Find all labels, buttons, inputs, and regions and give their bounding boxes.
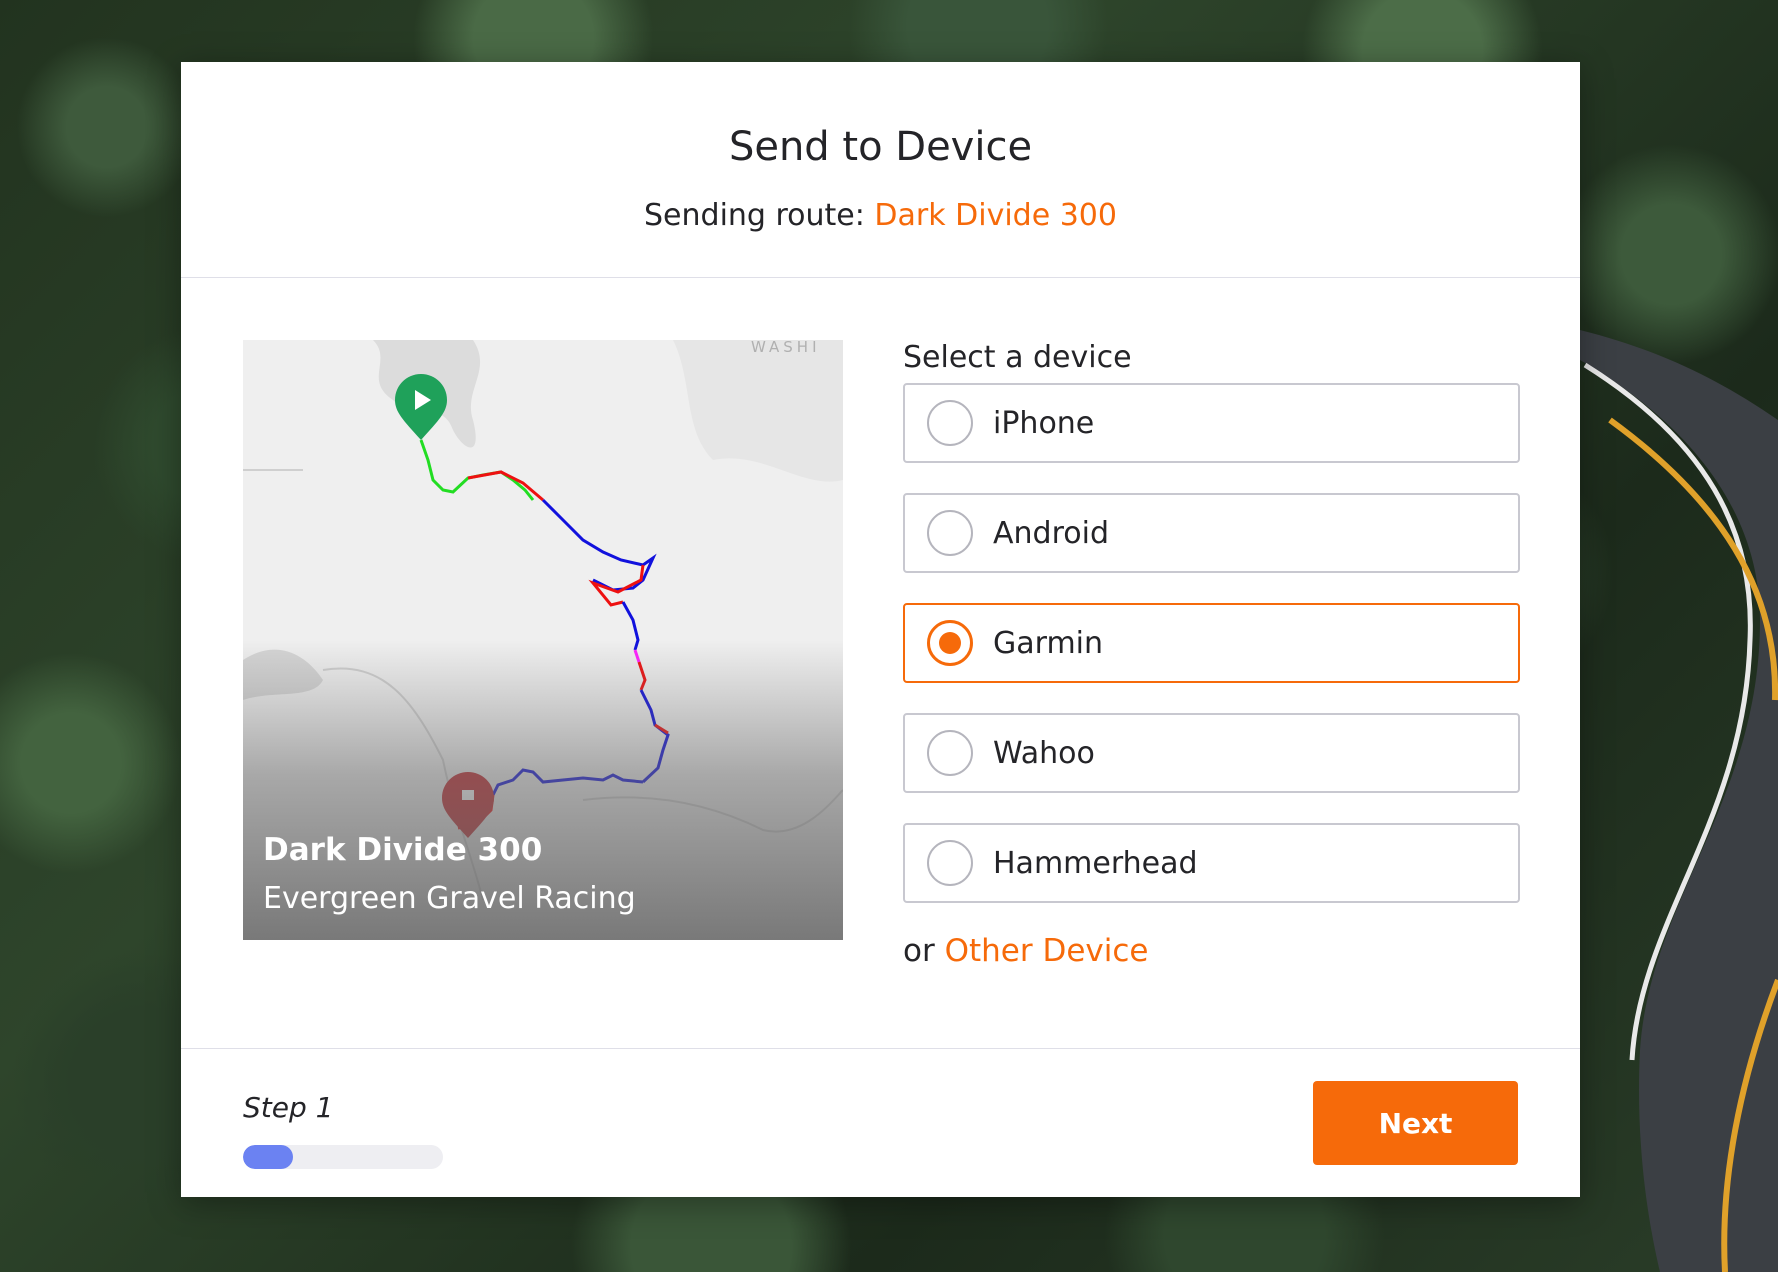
step-progress-fill — [243, 1145, 293, 1169]
next-button[interactable]: Next — [1313, 1081, 1518, 1165]
map-route-title: Dark Divide 300 — [263, 832, 543, 868]
map-route-club: Evergreen Gravel Racing — [263, 881, 636, 916]
other-device-prefix: or — [903, 933, 945, 969]
device-option-label: Garmin — [993, 625, 1104, 661]
device-option-wahoo[interactable]: Wahoo — [903, 713, 1520, 793]
route-name-link[interactable]: Dark Divide 300 — [874, 198, 1117, 233]
modal-body: WASHI Dark Divide 300 Evergreen Gravel R… — [181, 278, 1580, 1049]
select-device-heading: Select a device — [903, 340, 1132, 375]
map-region-label: WASHI — [751, 340, 821, 356]
device-option-list: iPhone Android Garmin Wahoo Hammerhead — [903, 383, 1520, 903]
send-to-device-modal: Send to Device Sending route: Dark Divid… — [181, 62, 1580, 1197]
device-option-label: Hammerhead — [993, 845, 1198, 881]
device-option-iphone[interactable]: iPhone — [903, 383, 1520, 463]
other-device-link[interactable]: Other Device — [945, 933, 1149, 969]
device-selection: Select a device iPhone Android Garmin Wa… — [903, 340, 1520, 969]
step-label: Step 1 — [243, 1091, 334, 1124]
modal-footer: Step 1 Next — [181, 1049, 1580, 1197]
device-option-garmin[interactable]: Garmin — [903, 603, 1520, 683]
device-option-label: Android — [993, 515, 1109, 551]
device-option-hammerhead[interactable]: Hammerhead — [903, 823, 1520, 903]
sending-route-line: Sending route: Dark Divide 300 — [181, 198, 1580, 233]
radio-button[interactable] — [927, 730, 973, 776]
radio-button[interactable] — [927, 400, 973, 446]
device-option-label: iPhone — [993, 405, 1095, 441]
other-device-line: or Other Device — [903, 933, 1520, 969]
radio-button[interactable] — [927, 510, 973, 556]
radio-button[interactable] — [927, 840, 973, 886]
modal-header: Send to Device Sending route: Dark Divid… — [181, 62, 1580, 278]
device-option-label: Wahoo — [993, 735, 1095, 771]
step-progress-bar — [243, 1145, 443, 1169]
modal-title: Send to Device — [728, 124, 1033, 170]
radio-button[interactable] — [927, 620, 973, 666]
sending-route-prefix: Sending route: — [644, 198, 875, 233]
route-map-card: WASHI Dark Divide 300 Evergreen Gravel R… — [243, 340, 843, 940]
device-option-android[interactable]: Android — [903, 493, 1520, 573]
